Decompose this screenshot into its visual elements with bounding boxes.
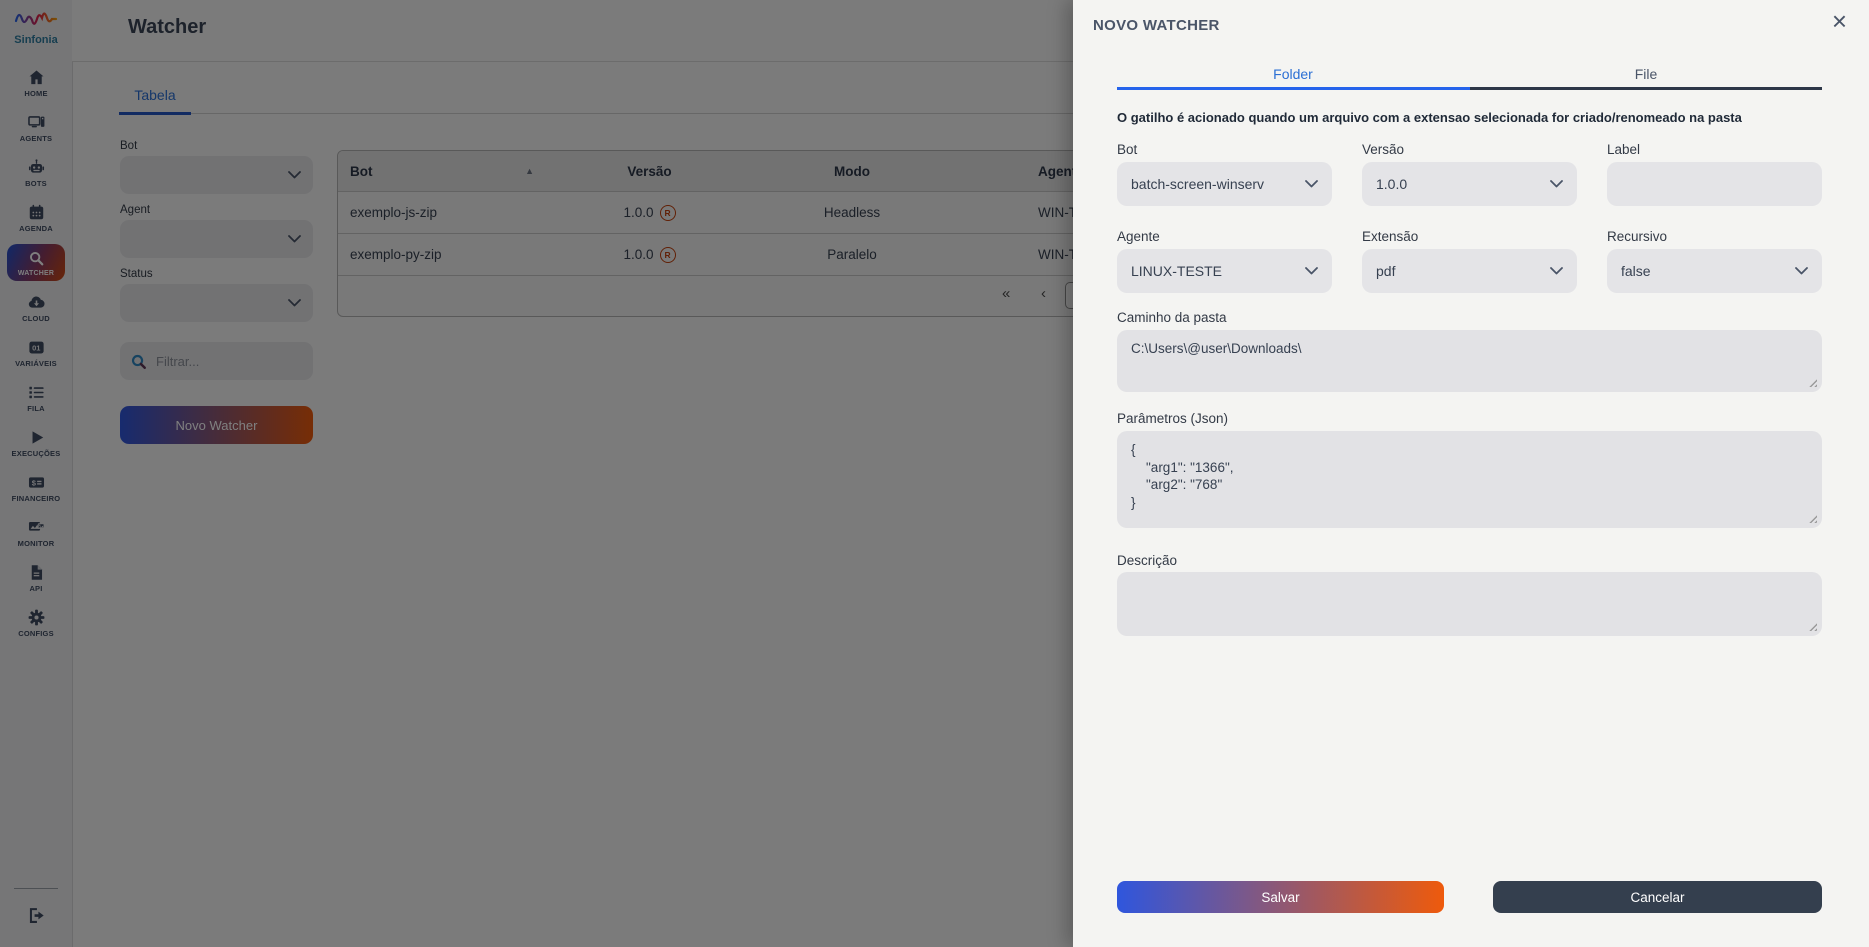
- extensao-field-label: Extensão: [1362, 229, 1418, 244]
- caminho-field-label: Caminho da pasta: [1117, 310, 1227, 325]
- drawer-title: NOVO WATCHER: [1093, 17, 1220, 34]
- label-field-label: Label: [1607, 142, 1640, 157]
- close-icon[interactable]: ×: [1832, 8, 1847, 34]
- tab-file-underline: [1470, 87, 1822, 90]
- descricao-textarea[interactable]: [1117, 572, 1822, 636]
- recursivo-select[interactable]: false: [1607, 249, 1822, 293]
- app-window: Sinfonia HOME AGENTS BOTS AGENDA WATCHER: [0, 0, 1869, 947]
- label-input[interactable]: [1607, 162, 1822, 206]
- descricao-field-label: Descrição: [1117, 553, 1177, 568]
- parametros-field-label: Parâmetros (Json): [1117, 411, 1228, 426]
- tab-file[interactable]: File: [1470, 66, 1822, 82]
- chevron-down-icon: [1550, 180, 1563, 188]
- chevron-down-icon: [1550, 267, 1563, 275]
- caminho-textarea[interactable]: C:\Users\@user\Downloads\: [1117, 330, 1822, 392]
- chevron-down-icon: [1795, 267, 1808, 275]
- versao-select[interactable]: 1.0.0: [1362, 162, 1577, 206]
- agente-select[interactable]: LINUX-TESTE: [1117, 249, 1332, 293]
- agente-field-label: Agente: [1117, 229, 1160, 244]
- novo-watcher-drawer: NOVO WATCHER × Folder File O gatilho é a…: [1073, 0, 1869, 947]
- tab-folder[interactable]: Folder: [1117, 66, 1469, 82]
- trigger-helper-text: O gatilho é acionado quando um arquivo c…: [1117, 110, 1742, 125]
- bot-field-label: Bot: [1117, 142, 1137, 157]
- cancel-button[interactable]: Cancelar: [1493, 881, 1822, 913]
- chevron-down-icon: [1305, 180, 1318, 188]
- recursivo-field-label: Recursivo: [1607, 229, 1667, 244]
- extensao-select[interactable]: pdf: [1362, 249, 1577, 293]
- save-button[interactable]: Salvar: [1117, 881, 1444, 913]
- tab-folder-underline: [1117, 87, 1470, 90]
- chevron-down-icon: [1305, 267, 1318, 275]
- versao-field-label: Versão: [1362, 142, 1404, 157]
- parametros-textarea[interactable]: { "arg1": "1366", "arg2": "768" }: [1117, 431, 1822, 528]
- bot-select[interactable]: batch-screen-winserv: [1117, 162, 1332, 206]
